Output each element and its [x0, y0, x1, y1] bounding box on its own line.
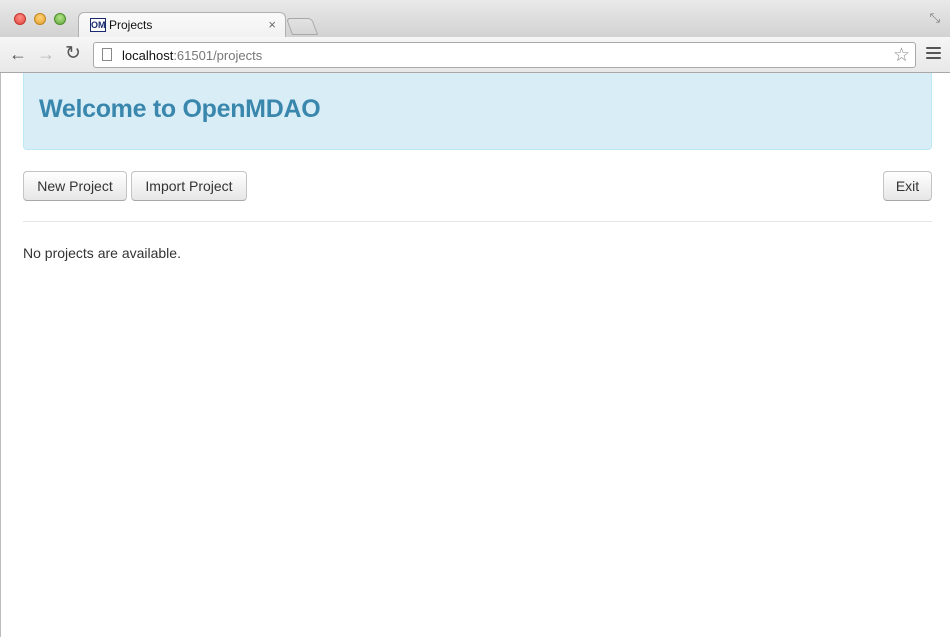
fullscreen-icon[interactable]: ⤡	[930, 10, 940, 26]
page-content: Welcome to OpenMDAO New Project Import P…	[0, 73, 950, 637]
browser-titlebar: OM Projects × ⤡	[0, 0, 950, 38]
bookmark-star-icon[interactable]: ☆	[893, 44, 910, 67]
url-text[interactable]: localhost:61501/projects	[122, 48, 262, 63]
tab-title: Projects	[109, 18, 153, 32]
exit-button[interactable]: Exit	[883, 171, 932, 201]
new-tab-button[interactable]	[285, 18, 319, 35]
import-project-button[interactable]: Import Project	[131, 171, 247, 201]
reload-icon[interactable]: ↻	[65, 44, 81, 64]
close-tab-icon[interactable]: ×	[268, 17, 276, 32]
openmdao-favicon-icon: OM	[90, 18, 106, 32]
forward-arrow-icon[interactable]: →	[37, 44, 55, 64]
browser-menu-icon[interactable]	[926, 47, 941, 62]
divider	[23, 221, 932, 222]
page-title: Welcome to OpenMDAO	[39, 95, 321, 123]
window-maximize-button[interactable]	[54, 13, 66, 25]
window-minimize-button[interactable]	[34, 13, 46, 25]
back-arrow-icon[interactable]: ←	[9, 44, 27, 64]
url-path: :61501/projects	[173, 48, 263, 63]
window-close-button[interactable]	[14, 13, 26, 25]
browser-tab-projects[interactable]: OM Projects ×	[78, 12, 286, 38]
welcome-banner: Welcome to OpenMDAO	[23, 73, 932, 150]
empty-projects-message: No projects are available.	[23, 245, 181, 261]
address-bar[interactable]: localhost:61501/projects ☆	[93, 42, 916, 68]
new-project-button[interactable]: New Project	[23, 171, 127, 201]
browser-toolbar: ← → ↻ localhost:61501/projects ☆	[0, 37, 950, 73]
page-icon	[102, 48, 112, 61]
url-host: localhost	[122, 48, 174, 63]
